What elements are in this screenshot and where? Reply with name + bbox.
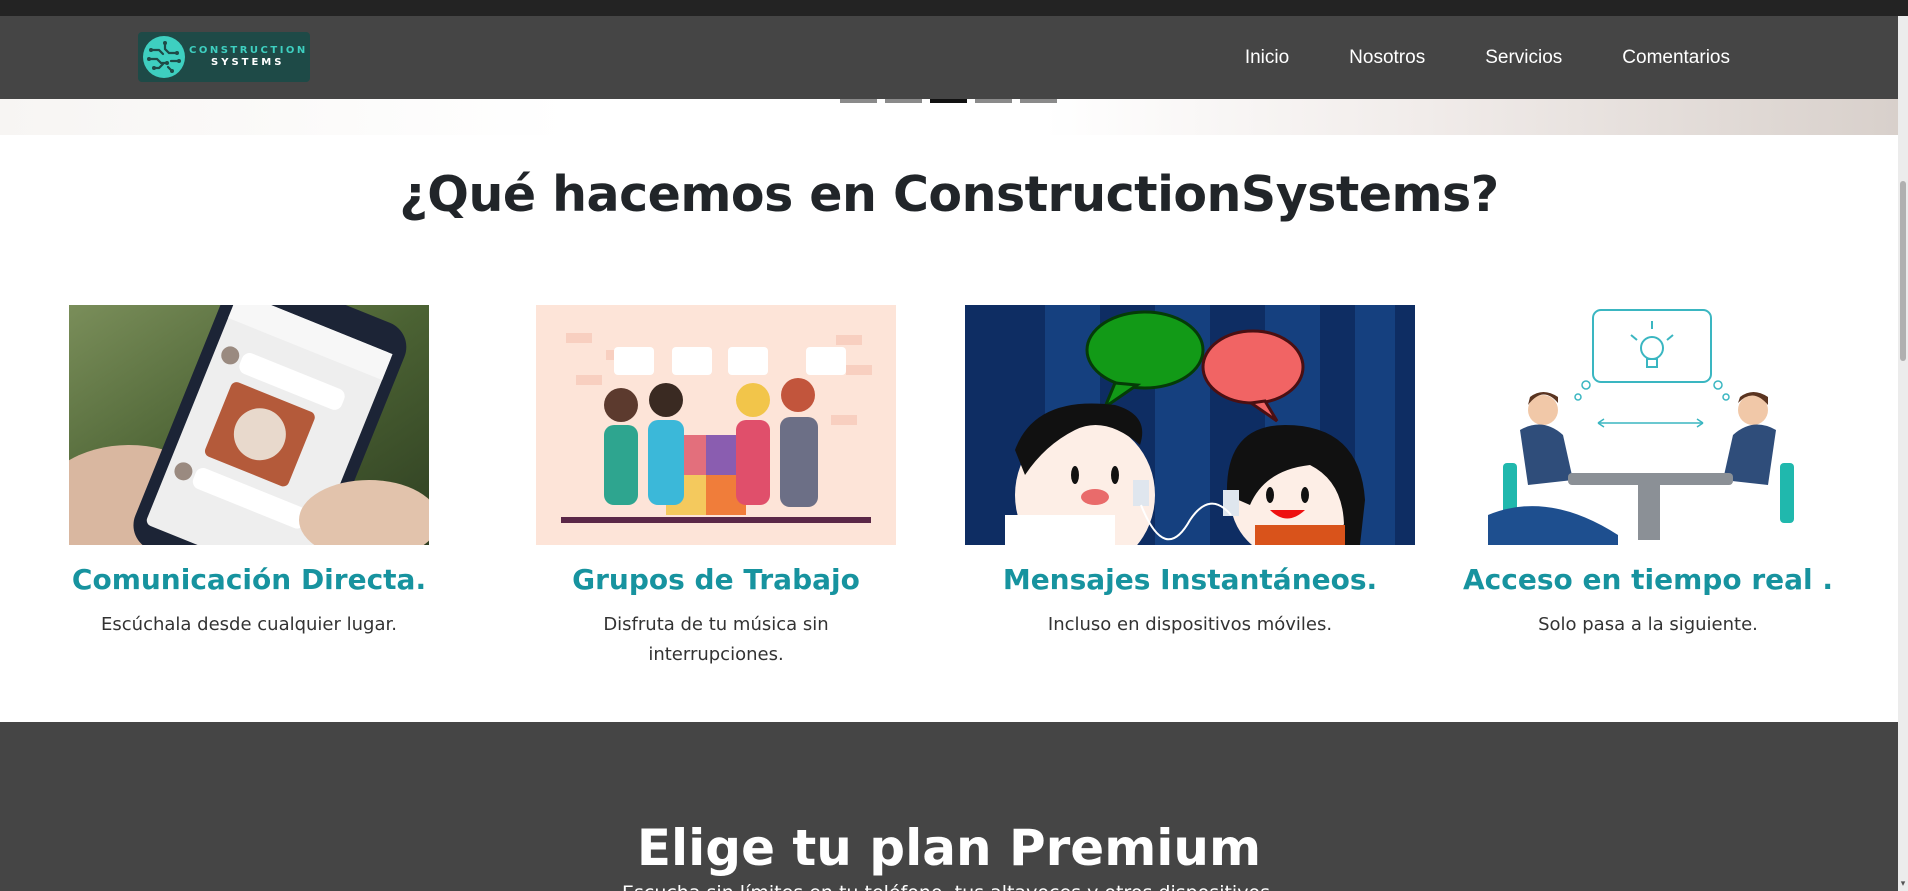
feature-title: Acceso en tiempo real . — [1462, 563, 1834, 596]
kids-phone-image — [965, 305, 1415, 545]
nav-link-servicios[interactable]: Servicios — [1485, 47, 1562, 69]
carousel-indicator-2[interactable] — [885, 99, 922, 103]
browser-bookmarks-bar — [0, 0, 1908, 16]
carousel-indicator-4[interactable] — [975, 99, 1012, 103]
nav-link-nosotros[interactable]: Nosotros — [1349, 47, 1425, 69]
feature-description: Solo pasa a la siguiente. — [1538, 614, 1758, 635]
scroll-down-icon[interactable]: ▾ — [1898, 879, 1908, 889]
premium-title: Elige tu plan Premium — [636, 819, 1262, 877]
nav-link-inicio[interactable]: Inicio — [1245, 47, 1289, 69]
logo-text-line2: SYSTEMS — [211, 57, 285, 68]
feature-description: Incluso en dispositivos móviles. — [1047, 614, 1333, 635]
top-navbar: CONSTRUCTION SYSTEMS Inicio Nosotros Ser… — [0, 16, 1898, 99]
page-viewport: CONSTRUCTION SYSTEMS Inicio Nosotros Ser… — [0, 16, 1898, 891]
scrollbar-thumb[interactable] — [1900, 181, 1906, 361]
carousel-indicators — [840, 99, 1057, 103]
carousel-indicator-1[interactable] — [840, 99, 877, 103]
carousel-slide-edge — [0, 99, 1898, 135]
brand-logo[interactable]: CONSTRUCTION SYSTEMS — [138, 32, 310, 82]
section-title: ¿Qué hacemos en ConstructionSystems? — [399, 166, 1499, 223]
feature-title: Comunicación Directa. — [71, 563, 427, 596]
meeting-idea-image — [1488, 305, 1810, 545]
feature-description: Escúchala desde cualquier lugar. — [101, 614, 397, 635]
logo-text-line1: CONSTRUCTION — [189, 45, 308, 56]
carousel-indicator-3[interactable] — [930, 99, 967, 103]
feature-description: Disfruta de tu música sin interrupciones… — [603, 614, 829, 665]
feature-title: Grupos de Trabajo — [572, 563, 860, 596]
carousel-indicator-5[interactable] — [1020, 99, 1057, 103]
phone-chat-image — [69, 305, 429, 545]
premium-section: Elige tu plan Premium Escucha sin límite… — [0, 722, 1898, 891]
feature-title: Mensajes Instantáneos. — [1002, 563, 1378, 596]
page-scrollbar[interactable]: ▾ — [1898, 16, 1908, 891]
team-puzzle-image — [536, 305, 896, 545]
main-nav: Inicio Nosotros Servicios Comentarios — [1245, 16, 1730, 99]
nav-link-comentarios[interactable]: Comentarios — [1622, 47, 1730, 69]
circuit-logo-icon — [141, 34, 187, 80]
premium-subtitle: Escucha sin límites en tu teléfono, tus … — [0, 882, 1898, 891]
